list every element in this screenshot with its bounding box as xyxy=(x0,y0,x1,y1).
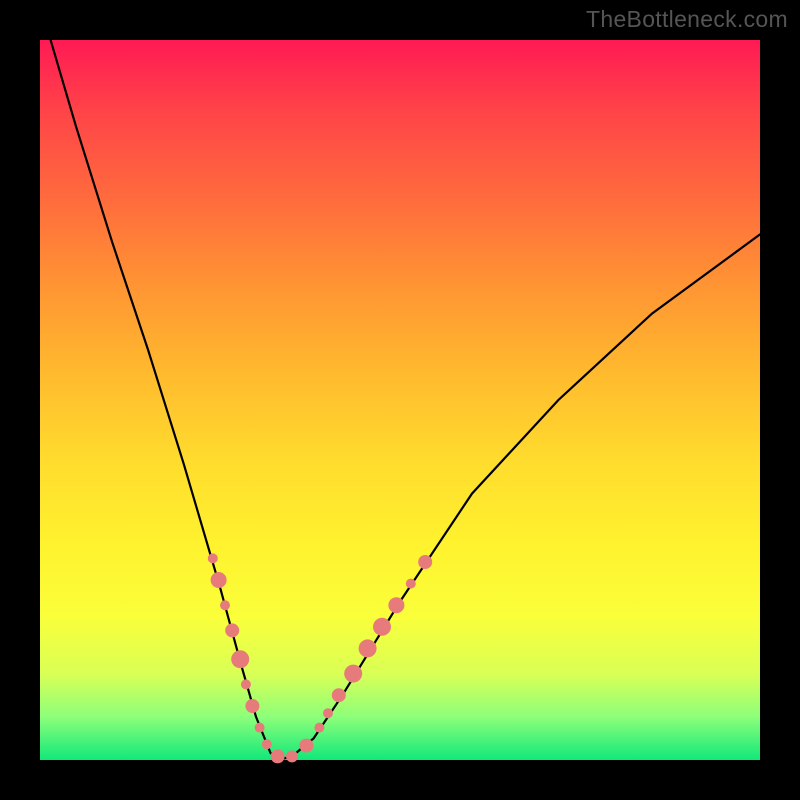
marker-dot xyxy=(323,708,333,718)
marker-dot xyxy=(245,699,259,713)
marker-dot xyxy=(241,679,251,689)
marker-dot xyxy=(211,572,227,588)
marker-dot xyxy=(373,618,391,636)
chart-stage: TheBottleneck.com xyxy=(0,0,800,800)
marker-dot xyxy=(418,555,432,569)
marker-dot xyxy=(344,665,362,683)
plot-area xyxy=(40,40,760,760)
marker-dot xyxy=(388,597,404,613)
marker-dot xyxy=(406,579,416,589)
marker-dot xyxy=(299,739,313,753)
marker-dot xyxy=(208,553,218,563)
marker-dot xyxy=(286,750,298,762)
marker-dot xyxy=(314,723,324,733)
bottleneck-curve-path xyxy=(40,4,760,760)
chart-svg xyxy=(40,40,760,760)
marker-dot xyxy=(359,639,377,657)
marker-dot xyxy=(255,723,265,733)
marker-dot xyxy=(225,623,239,637)
marker-dot xyxy=(262,739,272,749)
marker-dots-group xyxy=(208,553,432,763)
watermark-text: TheBottleneck.com xyxy=(586,6,788,33)
marker-dot xyxy=(271,749,285,763)
marker-dot xyxy=(220,600,230,610)
marker-dot xyxy=(231,650,249,668)
marker-dot xyxy=(332,688,346,702)
